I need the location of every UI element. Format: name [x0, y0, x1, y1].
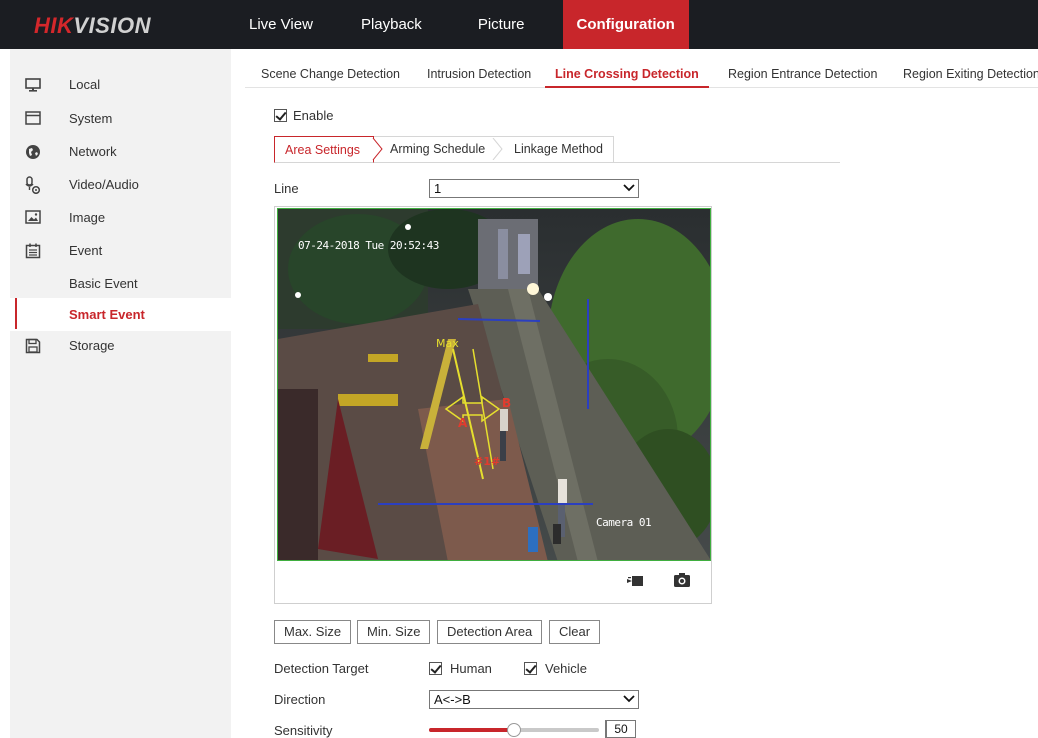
direction-select[interactable]: A<->B — [429, 690, 639, 709]
video-record-icon[interactable] — [627, 573, 645, 589]
max-size-overlay: Max — [436, 337, 459, 350]
osd-timestamp: 07-24-2018 Tue 20:52:43 — [298, 239, 439, 252]
line-select-value: 1 — [434, 181, 442, 196]
sidebar-item-network[interactable]: Network — [10, 135, 231, 168]
video-audio-icon — [24, 175, 42, 194]
live-video-panel: Max A B #1# 07-24-2018 Tue 20:52:43 Came… — [274, 206, 712, 604]
sensitivity-slider[interactable] — [429, 723, 599, 737]
osd-camera-name: Camera 01 — [596, 516, 652, 529]
tab-line-crossing-detection[interactable]: Line Crossing Detection — [545, 60, 709, 88]
nav-picture[interactable]: Picture — [440, 0, 543, 49]
min-size-button[interactable]: Min. Size — [357, 620, 431, 644]
line-select[interactable]: 1 — [429, 179, 639, 198]
step-linkage-method[interactable]: Linkage Method — [514, 136, 603, 163]
sensitivity-value-input[interactable]: 50 — [605, 720, 636, 738]
sidebar-item-label: Basic Event — [69, 276, 138, 291]
sidebar-item-label: Network — [69, 144, 117, 159]
human-checkbox[interactable] — [429, 662, 442, 675]
step-chevron-icon — [492, 138, 503, 160]
detection-area-button[interactable]: Detection Area — [437, 620, 543, 644]
tab-region-exiting-detection[interactable]: Region Exiting Detection — [903, 60, 1038, 88]
top-bar: HIKVISION Live View Playback Picture Con… — [0, 0, 1038, 49]
storage-icon — [24, 337, 42, 355]
video-toolbar — [275, 562, 711, 603]
human-label: Human — [450, 661, 492, 676]
sidebar-item-label: Video/Audio — [69, 177, 139, 192]
enable-label: Enable — [293, 108, 334, 123]
slider-knob[interactable] — [507, 723, 521, 737]
nav-live-view[interactable]: Live View — [231, 0, 331, 49]
nav-playback[interactable]: Playback — [331, 0, 440, 49]
human-option[interactable]: Human — [429, 661, 492, 676]
step-area-settings[interactable]: Area Settings — [274, 136, 374, 163]
step-arming-schedule[interactable]: Arming Schedule — [390, 136, 485, 163]
sensitivity-label: Sensitivity — [274, 723, 333, 738]
chevron-down-icon — [623, 184, 635, 192]
line-id-label: #1# — [474, 455, 500, 468]
globe-icon — [24, 143, 42, 161]
max-size-button[interactable]: Max. Size — [274, 620, 352, 644]
tab-intrusion-detection[interactable]: Intrusion Detection — [427, 60, 531, 88]
camera-capture-icon[interactable] — [673, 572, 691, 588]
vehicle-checkbox[interactable] — [524, 662, 537, 675]
sidebar-item-smart-event[interactable]: Smart Event — [10, 298, 231, 331]
sidebar-item-label: Storage — [69, 338, 115, 353]
sidebar-item-image[interactable]: Image — [10, 201, 231, 234]
hikvision-logo: HIKVISION — [34, 13, 151, 38]
sidebar-item-local[interactable]: Local — [10, 68, 231, 101]
step-chevron-icon — [372, 138, 383, 160]
image-icon — [24, 209, 42, 227]
slider-fill — [429, 728, 514, 732]
direction-b-label: B — [502, 396, 511, 410]
sidebar-item-label: Local — [69, 77, 101, 92]
clear-button[interactable]: Clear — [549, 620, 601, 644]
detection-target-label: Detection Target — [274, 661, 369, 676]
main-nav: Live View Playback Picture Configuration — [231, 0, 689, 49]
nav-configuration[interactable]: Configuration — [562, 0, 689, 49]
chevron-down-icon — [623, 695, 635, 703]
window-icon — [24, 110, 42, 128]
tab-region-entrance-detection[interactable]: Region Entrance Detection — [728, 60, 877, 88]
sidebar-item-label: Event — [69, 243, 103, 258]
direction-select-value: A<->B — [434, 692, 471, 707]
sidebar-item-label: Image — [69, 210, 106, 225]
video-feed[interactable]: Max A B #1# 07-24-2018 Tue 20:52:43 Came… — [277, 208, 711, 561]
monitor-icon — [24, 76, 42, 94]
sidebar: Local System Network Video/Audio Image E… — [10, 49, 231, 738]
sidebar-item-label: System — [69, 111, 113, 126]
sidebar-item-basic-event[interactable]: Basic Event — [10, 267, 231, 300]
calendar-icon — [24, 242, 42, 260]
enable-checkbox-row[interactable]: Enable — [274, 108, 333, 123]
vehicle-option[interactable]: Vehicle — [524, 661, 587, 676]
tab-scene-change-detection[interactable]: Scene Change Detection — [261, 60, 400, 88]
detection-tabs: Scene Change Detection Intrusion Detecti… — [245, 60, 1038, 88]
settings-steps: Area Settings Arming Schedule Linkage Me… — [274, 136, 840, 163]
vehicle-label: Vehicle — [545, 661, 587, 676]
sidebar-item-system[interactable]: System — [10, 102, 231, 135]
enable-checkbox[interactable] — [274, 109, 287, 122]
sidebar-item-event[interactable]: Event — [10, 234, 231, 267]
camera-scene: Max A B #1# — [278, 209, 710, 560]
direction-label: Direction — [274, 692, 326, 707]
sidebar-item-storage[interactable]: Storage — [10, 329, 231, 362]
line-label: Line — [274, 181, 299, 196]
sidebar-item-video-audio[interactable]: Video/Audio — [10, 168, 231, 201]
direction-a-label: A — [458, 416, 468, 430]
sidebar-item-label: Smart Event — [69, 307, 145, 322]
